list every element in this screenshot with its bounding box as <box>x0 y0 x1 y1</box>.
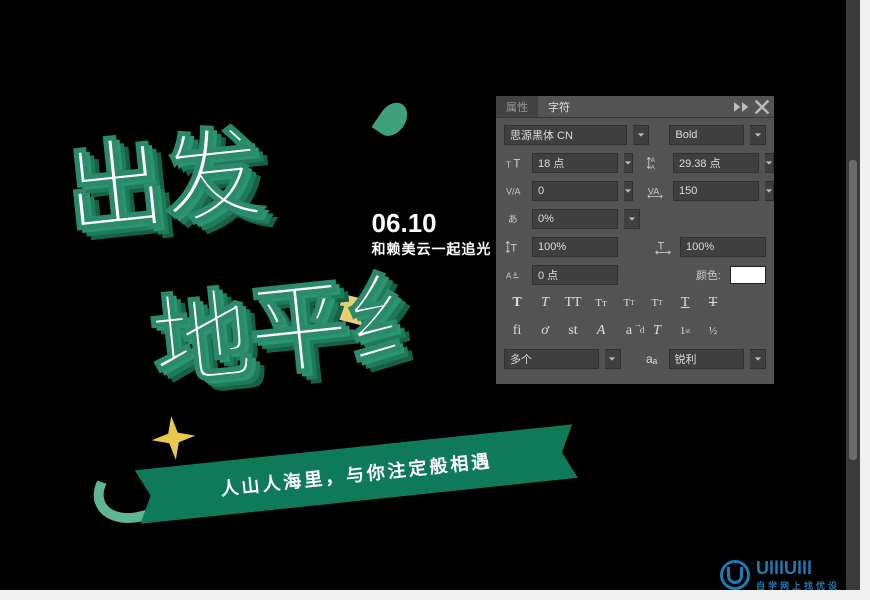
workspace: 出发 06.10 和赖美云一起追光 地平纟 人山人海里，与你注定般相遇 属性 字… <box>0 0 870 600</box>
font-style-field[interactable]: Bold <box>669 125 744 145</box>
leading-icon: AA <box>645 154 667 172</box>
discretionary-lig-button[interactable]: st <box>560 320 586 342</box>
watermark-brand: UlllUlll <box>756 558 840 579</box>
svg-text:あ: あ <box>508 214 518 226</box>
tsume-field[interactable]: 0% <box>532 209 618 229</box>
date-block[interactable]: 06.10 和赖美云一起追光 <box>372 208 492 259</box>
font-size-icon: TT <box>504 154 526 172</box>
svg-text:T: T <box>513 158 520 171</box>
character-panel: 属性 字符 思源黑体 CN Bold <box>496 96 774 384</box>
svg-text:T: T <box>511 243 518 255</box>
svg-text:A: A <box>651 157 656 164</box>
subscript-button[interactable]: TT <box>644 292 670 314</box>
ribbon-banner[interactable]: 人山人海里，与你注定般相遇 <box>135 424 578 524</box>
antialias-field[interactable]: 锐利 <box>669 349 744 369</box>
superscript-button[interactable]: TT <box>616 292 642 314</box>
smallcaps-button[interactable]: Tᴛ <box>588 292 614 314</box>
font-style-dropdown[interactable] <box>750 125 766 145</box>
opentype-row: fi ơ st A a→d T 1st ½ <box>504 320 766 342</box>
font-family-dropdown[interactable] <box>633 125 649 145</box>
kerning-field[interactable]: 0 <box>532 181 618 201</box>
tagline-text: 和赖美云一起追光 <box>372 239 492 259</box>
close-icon[interactable] <box>754 99 770 115</box>
font-size-field[interactable]: 18 点 <box>532 153 618 173</box>
titling-alt-button[interactable]: T <box>644 320 670 342</box>
panel-body: 思源黑体 CN Bold TT 18 点 AA 29.38 点 V/A 0 <box>496 118 774 384</box>
baseline-icon: Aa <box>504 266 526 284</box>
allcaps-button[interactable]: TT <box>560 292 586 314</box>
font-size-dropdown[interactable] <box>624 153 633 173</box>
svg-text:T: T <box>506 161 511 170</box>
watermark-sub: 自学网上找优设 <box>756 579 840 592</box>
vertical-scrollbar[interactable] <box>846 0 860 590</box>
font-family-field[interactable]: 思源黑体 CN <box>504 125 627 145</box>
tab-properties[interactable]: 属性 <box>496 96 538 117</box>
tracking-dropdown[interactable] <box>765 181 774 201</box>
ordinals-button[interactable]: 1st <box>672 320 698 342</box>
tsume-icon: あ <box>504 210 526 228</box>
decoration-drop <box>372 97 414 141</box>
ligatures-button[interactable]: fi <box>504 320 530 342</box>
tab-character[interactable]: 字符 <box>538 96 580 117</box>
svg-text:V/A: V/A <box>506 187 521 197</box>
svg-text:A: A <box>506 272 512 281</box>
ribbon-text: 人山人海里，与你注定般相遇 <box>219 447 493 501</box>
tracking-field[interactable]: 150 <box>673 181 759 201</box>
faux-italic-button[interactable]: T <box>532 292 558 314</box>
date-text: 06.10 <box>372 208 492 239</box>
watermark: UlllUlll 自学网上找优设 <box>720 558 840 592</box>
watermark-logo-icon <box>720 560 750 590</box>
collapse-icon[interactable] <box>734 99 750 115</box>
language-dropdown[interactable] <box>605 349 621 369</box>
leading-field[interactable]: 29.38 点 <box>673 153 759 173</box>
headline-line2[interactable]: 地平纟 <box>147 267 449 392</box>
stylistic-alt-button[interactable]: a→d <box>616 320 642 342</box>
language-field[interactable]: 多个 <box>504 349 599 369</box>
fractions-button[interactable]: ½ <box>700 320 726 342</box>
baseline-field[interactable]: 0 点 <box>532 265 618 285</box>
antialias-dropdown[interactable] <box>750 349 766 369</box>
kerning-dropdown[interactable] <box>624 181 633 201</box>
leading-dropdown[interactable] <box>765 153 774 173</box>
swash-button[interactable]: A <box>588 320 614 342</box>
panel-header: 属性 字符 <box>496 96 774 118</box>
hscale-icon: T <box>652 238 674 256</box>
vscale-field[interactable]: 100% <box>532 237 618 257</box>
tracking-icon: VA <box>645 182 667 200</box>
svg-text:A: A <box>651 164 656 171</box>
panel-tabs: 属性 字符 <box>496 96 580 117</box>
headline-line1[interactable]: 出发 <box>60 126 265 241</box>
text-style-row: T T TT Tᴛ TT TT T T <box>504 292 766 314</box>
contextual-alt-button[interactable]: ơ <box>532 320 558 342</box>
faux-bold-button[interactable]: T <box>504 292 530 314</box>
kerning-icon: V/A <box>504 182 526 200</box>
color-label: 颜色: <box>696 267 724 283</box>
underline-button[interactable]: T <box>672 292 698 314</box>
hscale-field[interactable]: 100% <box>680 237 766 257</box>
tsume-dropdown[interactable] <box>624 209 640 229</box>
strikethrough-button[interactable]: T <box>700 292 726 314</box>
antialias-icon: aₐ <box>641 350 663 368</box>
svg-text:a: a <box>513 271 517 278</box>
color-swatch[interactable] <box>730 266 766 284</box>
vscale-icon: T <box>504 238 526 256</box>
svg-text:T: T <box>658 241 665 253</box>
scrollbar-thumb[interactable] <box>849 160 857 460</box>
